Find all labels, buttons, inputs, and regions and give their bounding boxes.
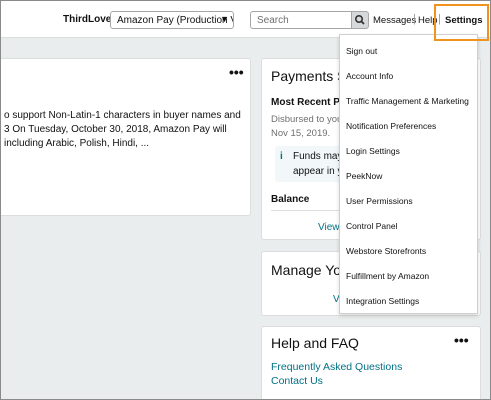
message-line: including Arabic, Polish, Hindi, ... (4, 138, 150, 149)
manage-card-title: Manage You (271, 262, 349, 278)
menu-item-account-info[interactable]: Account Info (340, 62, 477, 87)
menu-item-login-settings[interactable]: Login Settings (340, 137, 477, 162)
search-icon (354, 14, 365, 25)
message-text: o support Non-Latin-1 characters in buye… (4, 109, 244, 151)
menu-item-fulfillment-by-amazon[interactable]: Fulfillment by Amazon (340, 262, 477, 287)
nav-separator: | (413, 13, 416, 25)
disbursed-date: Nov 15, 2019. (271, 128, 331, 139)
funds-info-box: i Funds may f appear in yo (275, 146, 345, 182)
help-card-menu-icon[interactable]: ••• (454, 332, 469, 348)
search-button[interactable] (351, 11, 369, 29)
balance-label: Balance (271, 194, 310, 205)
funds-info-line: Funds may f (293, 151, 345, 162)
info-icon: i (280, 151, 283, 162)
seller-name: ThirdLove (63, 14, 112, 25)
message-line: o support Non-Latin-1 characters in buye… (4, 110, 241, 121)
divider (271, 210, 341, 211)
chevron-down-icon: ▼ (220, 14, 229, 24)
menu-item-webstore-storefronts[interactable]: Webstore Storefronts (340, 237, 477, 262)
menu-item-integration-settings[interactable]: Integration Settings (340, 287, 477, 312)
top-bar: ThirdLove Amazon Pay (Production V ▼ Mes… (0, 0, 491, 38)
view-link[interactable]: View (318, 222, 340, 233)
message-line: 3 On Tuesday, October 30, 2018, Amazon P… (4, 124, 227, 135)
disbursed-text: Disbursed to your (271, 114, 346, 125)
faq-link[interactable]: Frequently Asked Questions (271, 361, 402, 373)
help-card-title: Help and FAQ (271, 335, 359, 351)
settings-link[interactable]: Settings (445, 15, 482, 26)
payments-card-title: Payments S (271, 68, 347, 84)
menu-item-control-panel[interactable]: Control Panel (340, 212, 477, 237)
payments-subtitle: Most Recent P (271, 97, 340, 108)
messages-link[interactable]: Messages (373, 15, 416, 26)
contact-us-link[interactable]: Contact Us (271, 375, 323, 387)
menu-item-user-permissions[interactable]: User Permissions (340, 187, 477, 212)
menu-item-traffic-management[interactable]: Traffic Management & Marketing (340, 87, 477, 112)
account-select-value: Amazon Pay (Production V (117, 15, 234, 26)
account-select[interactable]: Amazon Pay (Production V ▼ (110, 11, 234, 29)
message-card-menu-icon[interactable]: ••• (229, 64, 244, 80)
settings-dropdown-menu: Sign out Account Info Traffic Management… (339, 34, 478, 314)
menu-item-notification-preferences[interactable]: Notification Preferences (340, 112, 477, 137)
funds-info-line: appear in yo (293, 166, 345, 177)
search-input[interactable] (250, 11, 352, 29)
menu-item-peeknow[interactable]: PeekNow (340, 162, 477, 187)
